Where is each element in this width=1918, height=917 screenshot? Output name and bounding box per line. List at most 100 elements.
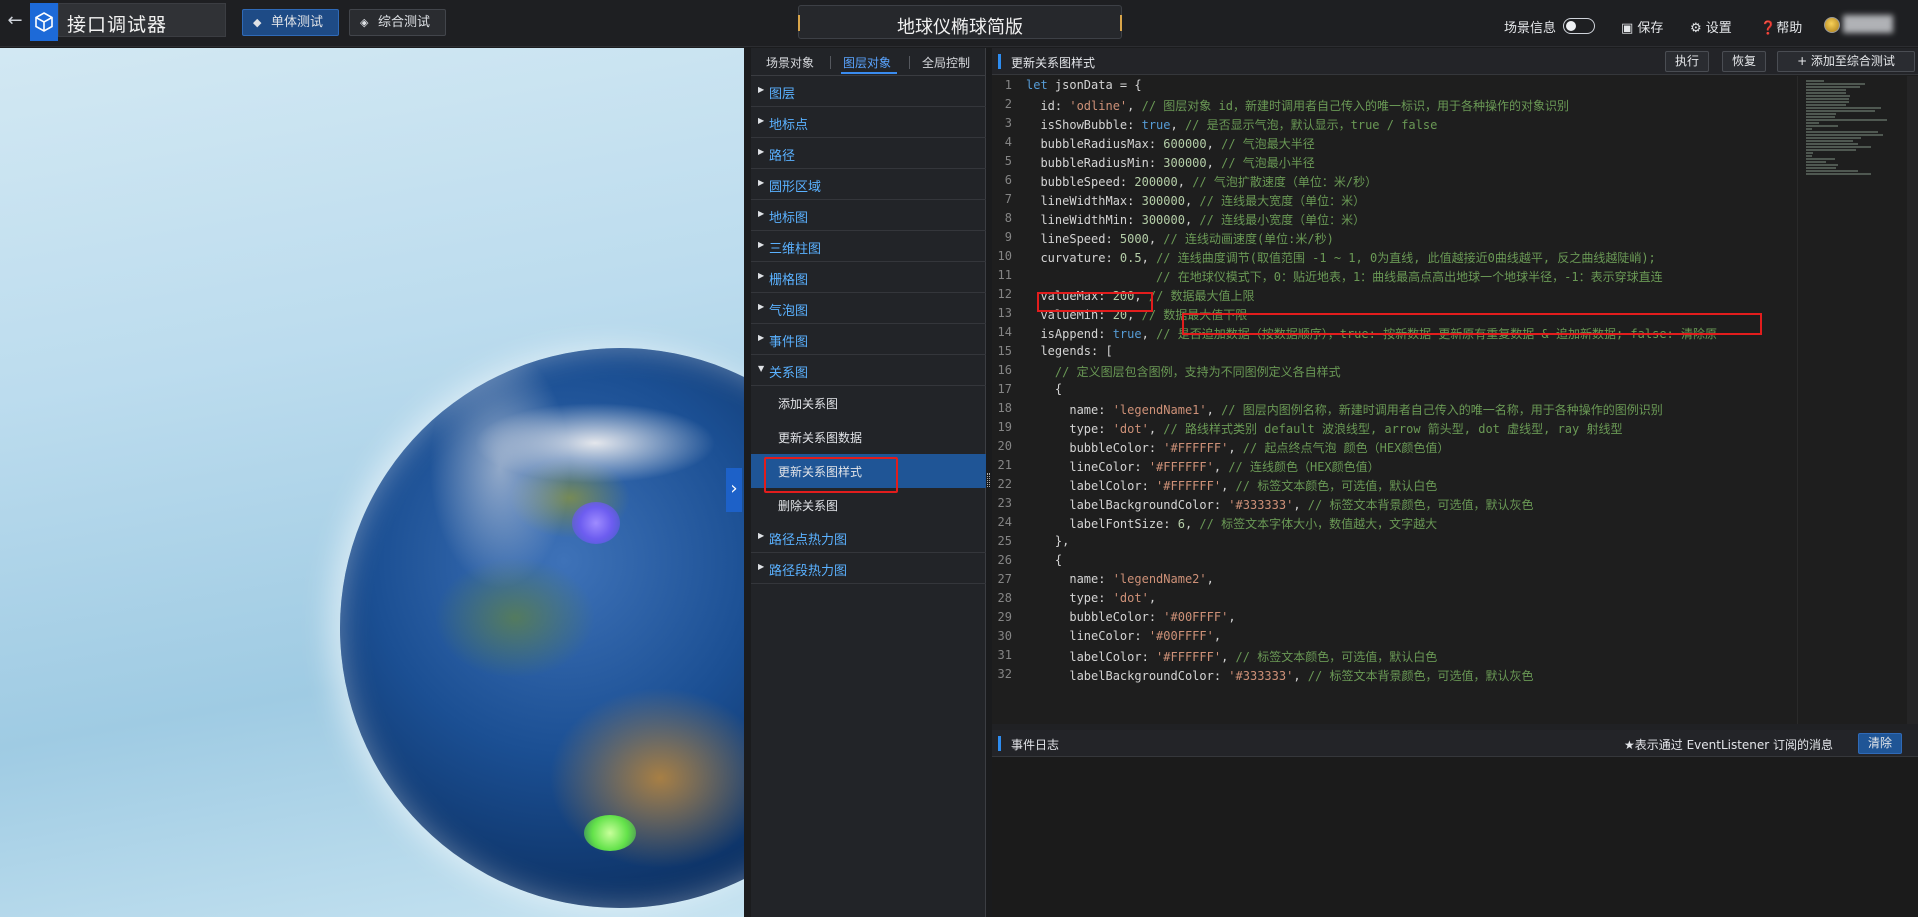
unit-test-tab[interactable]: ◆ 单体测试 bbox=[242, 9, 339, 36]
code-minimap[interactable] bbox=[1797, 76, 1907, 724]
sidebar-subitem[interactable]: 添加关系图 bbox=[751, 386, 986, 420]
back-arrow-icon[interactable]: ← bbox=[4, 10, 26, 32]
line-number: 24 bbox=[997, 515, 1012, 529]
drag-handle-icon[interactable] bbox=[987, 473, 990, 487]
code-token: , bbox=[1213, 629, 1222, 643]
minimap-line bbox=[1806, 92, 1846, 94]
section-bar bbox=[998, 54, 1001, 69]
minimap-line bbox=[1806, 161, 1826, 163]
code-line: labelColor: '#FFFFFF', // 标签文本颜色，可选值，默认白… bbox=[1026, 648, 1437, 665]
minimap-line bbox=[1806, 173, 1871, 175]
cube-icon: ◆ bbox=[253, 16, 262, 29]
sidebar-subitem[interactable]: 删除关系图 bbox=[751, 488, 986, 522]
sidebar-item[interactable]: ▶ 栅格图 bbox=[751, 262, 986, 293]
minimap-line bbox=[1806, 149, 1856, 151]
scene-info-toggle[interactable] bbox=[1563, 18, 1595, 34]
toggle-knob bbox=[1566, 21, 1576, 31]
minimap-line bbox=[1806, 95, 1850, 97]
editor-scrollbar[interactable] bbox=[1907, 76, 1918, 724]
caret-right-icon: ▶ bbox=[758, 85, 765, 94]
code-token: '#00FFFF' bbox=[1148, 629, 1214, 643]
sidebar-item[interactable]: ▶ 三维柱图 bbox=[751, 231, 986, 262]
sidebar-subitem[interactable]: 更新关系图数据 bbox=[751, 420, 986, 454]
code-token: , bbox=[1206, 137, 1222, 151]
code-token: bubbleColor: bbox=[1026, 610, 1164, 624]
tab-scene-objects[interactable]: 场景对象 bbox=[766, 54, 814, 71]
settings-button[interactable]: ⚙ 设置 bbox=[1690, 17, 1732, 36]
minimap-line bbox=[1806, 104, 1846, 106]
bubble-japan[interactable] bbox=[572, 502, 620, 544]
sidebar-item-label: 路径段热力图 bbox=[769, 564, 848, 579]
code-editor[interactable]: 1 2 3 4 5 6 7 8 9 10 11 12 13 14 15 16 17 18 19 20 21 22 23 24 2… bbox=[992, 76, 1918, 724]
code-token: lineWidthMax: bbox=[1026, 194, 1142, 208]
code-token: // 连线最小宽度（单位：米） bbox=[1199, 213, 1366, 227]
line-number: 3 bbox=[1004, 116, 1012, 130]
event-log-body bbox=[992, 757, 1918, 917]
code-line: lineColor: '#00FFFF', bbox=[1026, 629, 1221, 643]
tab-global-control[interactable]: 全局控制 bbox=[922, 54, 970, 71]
code-line: labelBackgroundColor: '#333333', // 标签文本… bbox=[1026, 496, 1533, 513]
sidebar-item-label: 三维柱图 bbox=[769, 242, 822, 257]
code-token: 'odline' bbox=[1069, 99, 1128, 113]
caret-down-icon: ▼ bbox=[758, 364, 765, 373]
code-token: // 气泡扩散速度（单位：米/秒） bbox=[1192, 175, 1378, 189]
tab-separator bbox=[909, 56, 910, 69]
bubble-australia[interactable] bbox=[584, 815, 636, 851]
restore-button[interactable]: 恢复 bbox=[1722, 51, 1766, 72]
code-token: 300000 bbox=[1163, 156, 1207, 170]
code-token: // 标签文本背景颜色，可选值，默认灰色 bbox=[1307, 669, 1534, 683]
code-token: bubbleRadiusMax: bbox=[1026, 137, 1164, 151]
run-button[interactable]: 执行 bbox=[1665, 51, 1709, 72]
line-number: 4 bbox=[1004, 135, 1012, 149]
panel-collapse-chevron-icon[interactable]: › bbox=[726, 468, 742, 512]
code-line: let jsonData = { bbox=[1026, 78, 1142, 92]
code-line: lineColor: '#FFFFFF', // 连线颜色（HEX颜色值） bbox=[1026, 458, 1379, 475]
minimap-line bbox=[1806, 83, 1866, 85]
save-button[interactable]: ▣ 保存 bbox=[1621, 17, 1663, 36]
code-token: // 气泡最小半径 bbox=[1221, 156, 1315, 170]
sidebar-item[interactable]: ▶ 图层 bbox=[751, 76, 986, 107]
sidebar-item-label: 地标图 bbox=[769, 211, 809, 226]
code-token: , bbox=[1221, 479, 1236, 493]
caret-right-icon: ▶ bbox=[758, 333, 765, 342]
minimap-line bbox=[1806, 152, 1813, 154]
sidebar-item[interactable]: ▶ 地标点 bbox=[751, 107, 986, 138]
left-tabs: 场景对象 图层对象 全局控制 bbox=[751, 48, 986, 76]
earth-globe[interactable] bbox=[340, 348, 744, 908]
sidebar-item[interactable]: ▶ 路径点热力图 bbox=[751, 522, 986, 553]
code-token: , bbox=[1184, 517, 1200, 531]
combined-test-tab[interactable]: ◈ 综合测试 bbox=[349, 9, 446, 36]
minimap-line bbox=[1806, 119, 1888, 121]
help-button[interactable]: ❓帮助 bbox=[1760, 17, 1802, 36]
code-token: true bbox=[1141, 118, 1171, 132]
sidebar-item[interactable]: ▼ 关系图 bbox=[751, 355, 986, 386]
tab-layer-objects[interactable]: 图层对象 bbox=[843, 54, 891, 71]
code-token: 6 bbox=[1177, 517, 1185, 531]
sidebar-item[interactable]: ▶ 气泡图 bbox=[751, 293, 986, 324]
code-token: bubbleColor: bbox=[1026, 441, 1164, 455]
sidebar-item[interactable]: ▶ 事件图 bbox=[751, 324, 986, 355]
sidebar-item[interactable]: ▶ 地标图 bbox=[751, 200, 986, 231]
code-line: isShowBubble: true, // 是否显示气泡，默认显示，true … bbox=[1026, 116, 1437, 133]
sidebar-item[interactable]: ▶ 路径 bbox=[751, 138, 986, 169]
code-token: 0.5 bbox=[1119, 251, 1142, 265]
code-token: name: bbox=[1026, 572, 1113, 586]
code-token: 'dot' bbox=[1112, 422, 1149, 436]
globe-viewport[interactable]: › bbox=[0, 48, 744, 917]
code-token: // 标签文本背景颜色，可选值，默认灰色 bbox=[1307, 498, 1534, 512]
sidebar-item[interactable]: ▶ 路径段热力图 bbox=[751, 553, 986, 584]
code-token: 5000 bbox=[1119, 232, 1149, 246]
minimap-line bbox=[1806, 137, 1861, 139]
code-line: type: 'dot', // 路线样式类别 default 波浪线型, arr… bbox=[1026, 420, 1622, 437]
combined-test-label: 综合测试 bbox=[378, 15, 431, 30]
code-token: 'legendName1' bbox=[1112, 403, 1207, 417]
code-token: 600000 bbox=[1163, 137, 1207, 151]
add-to-combined-button[interactable]: + 添加至综合测试 bbox=[1777, 51, 1915, 72]
code-token: lineColor: bbox=[1026, 629, 1149, 643]
code-token: // 标签文本颜色，可选值，默认白色 bbox=[1235, 479, 1438, 493]
sidebar-item[interactable]: ▶ 圆形区域 bbox=[751, 169, 986, 200]
avatar[interactable] bbox=[1824, 17, 1840, 33]
sidebar-item-label: 关系图 bbox=[769, 366, 809, 381]
clear-button[interactable]: 清除 bbox=[1858, 733, 1902, 754]
